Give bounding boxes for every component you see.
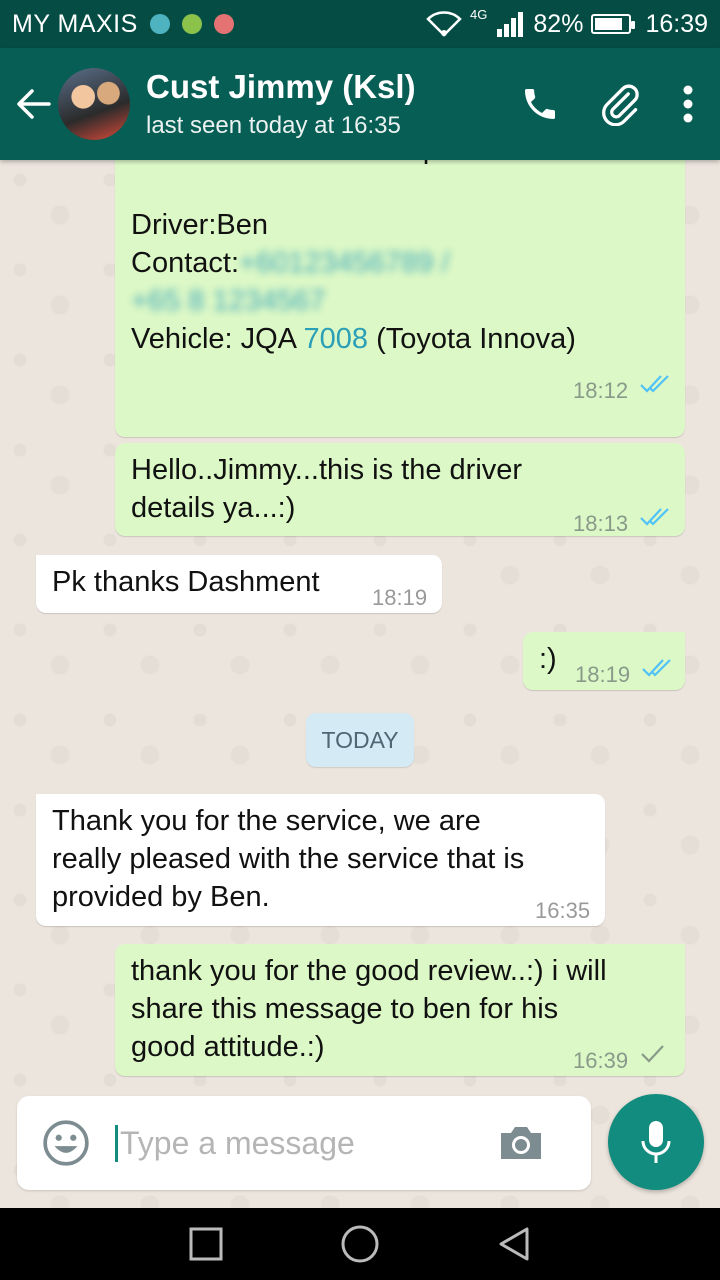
message-list[interactable]: SGD $90 Innova **Request Ben** Driver:Be…: [0, 160, 720, 1208]
menu-button[interactable]: [668, 72, 708, 136]
last-seen: last seen today at 16:35: [146, 112, 401, 139]
message-text: thank you for the good review..:) i will: [131, 955, 607, 987]
notification-icon: [213, 14, 234, 34]
system-navigation-bar: [0, 1208, 720, 1280]
message-text: Hello..Jimmy...this is the driver: [131, 454, 523, 486]
message-text: Driver:Ben: [131, 209, 268, 241]
signal-icon: [497, 12, 524, 37]
battery-percent: 82%: [533, 9, 584, 38]
compose-bar: [17, 1096, 591, 1190]
message-text: good attitude.:): [131, 1031, 325, 1063]
voice-record-button[interactable]: [608, 1094, 704, 1190]
home-button[interactable]: [340, 1224, 380, 1264]
contact-info[interactable]: Cust Jimmy (Ksl) last seen today at 16:3…: [146, 68, 492, 140]
message-text: details ya...:): [131, 492, 296, 524]
vehicle-number-link[interactable]: 7008: [304, 323, 369, 355]
more-vert-icon: [683, 85, 693, 123]
notification-icon: [149, 14, 170, 34]
message-text: really pleased with the service that is: [52, 843, 525, 875]
message-time: 18:19: [372, 585, 428, 610]
sent-tick-icon: [641, 1045, 664, 1063]
avatar[interactable]: [58, 68, 130, 140]
message-text: provided by Ben.: [52, 881, 270, 913]
message-text: Thank you for the service, we are: [52, 805, 481, 837]
paperclip-icon: [602, 84, 639, 126]
status-bar: MY MAXIS 4G 82% 16:39: [0, 0, 720, 48]
message-time: 16:39: [573, 1048, 629, 1073]
call-button[interactable]: [508, 72, 572, 136]
message-time: 18:12: [573, 378, 629, 403]
message-text: share this message to ben for his: [131, 993, 559, 1025]
message-bubble-outgoing[interactable]: Hello..Jimmy...this is the driver detail…: [115, 443, 685, 536]
emoji-button[interactable]: [41, 1118, 91, 1168]
message-text: Pk thanks Dashment: [52, 566, 320, 598]
message-time: 18:13: [573, 511, 629, 536]
attach-button[interactable]: [588, 72, 652, 136]
microphone-icon: [641, 1121, 671, 1163]
contact-name: Cust Jimmy (Ksl): [146, 68, 416, 105]
message-text: SGD $90 Innova **Request Ben**: [131, 160, 566, 168]
message-bubble-incoming[interactable]: Thank you for the service, we are really…: [36, 794, 605, 926]
message-input[interactable]: [115, 1124, 485, 1162]
day-divider: TODAY: [306, 713, 414, 767]
message-text: Contact:+60123456789 /: [131, 247, 450, 279]
read-ticks-icon: [640, 375, 669, 393]
message-time: 16:35: [535, 898, 591, 923]
read-ticks-icon: [640, 508, 669, 526]
notification-icon: [181, 14, 202, 34]
back-arrow-icon: [17, 89, 51, 119]
back-nav-button[interactable]: [496, 1226, 532, 1262]
message-text: Vehicle: JQA 7008 (Toyota Innova): [131, 323, 576, 355]
network-type: 4G: [470, 6, 488, 22]
camera-icon[interactable]: [497, 1123, 545, 1163]
recents-button[interactable]: [188, 1226, 224, 1262]
battery-icon: [591, 14, 636, 34]
clock: 16:39: [645, 9, 708, 38]
message-bubble-incoming[interactable]: Pk thanks Dashment 18:19: [36, 555, 442, 613]
wifi-icon: [426, 11, 462, 37]
carrier-name: MY MAXIS: [12, 9, 138, 38]
message-text: :): [539, 643, 557, 675]
message-bubble-outgoing[interactable]: SGD $90 Innova **Request Ben** Driver:Be…: [115, 160, 685, 437]
chat-header: Cust Jimmy (Ksl) last seen today at 16:3…: [0, 48, 720, 160]
back-button[interactable]: [8, 74, 58, 134]
message-text: +65 8 1234567: [131, 285, 326, 317]
read-ticks-icon: [642, 659, 671, 677]
message-bubble-outgoing[interactable]: :) 18:19: [523, 632, 685, 690]
message-time: 18:19: [575, 662, 631, 687]
message-bubble-outgoing[interactable]: thank you for the good review..:) i will…: [115, 944, 685, 1076]
phone-icon: [525, 89, 555, 119]
